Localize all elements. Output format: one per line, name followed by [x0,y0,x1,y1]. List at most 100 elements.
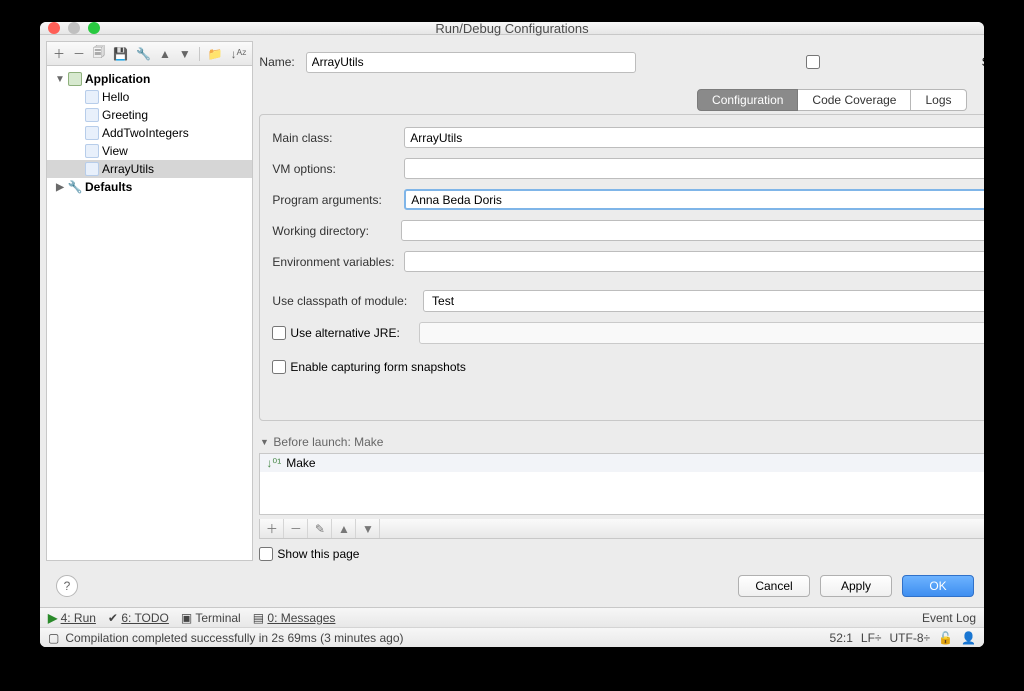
tree-item-addtwointegers[interactable]: AddTwoIntegers [47,124,252,142]
terminal-tool-button[interactable]: ▣ Terminal [181,611,241,625]
make-item[interactable]: ↓⁰¹Make [260,454,984,472]
hide-tool-windows-icon[interactable]: ▢ [48,631,59,645]
tree-label: Application [85,72,150,86]
file-icon [85,108,99,122]
program-args-row: Program arguments: ⤢ [272,189,984,210]
tree-item-greeting[interactable]: Greeting [47,106,252,124]
alt-jre-label: Use alternative JRE: [290,326,399,340]
line-ending[interactable]: LF÷ [861,631,882,645]
name-row: Name: Share Single instance only [259,41,984,83]
main-class-row: Main class: … [272,127,984,148]
run-tool-button[interactable]: ▶ 4: Run [48,611,96,625]
before-launch-toolbar: ＋ － ✎ ▲ ▼ [259,519,984,539]
working-dir-input[interactable] [401,220,984,241]
folder-icon[interactable]: 📁 [208,47,223,61]
status-right: 52:1 LF÷ UTF-8÷ 🔓 👤 [830,631,976,645]
caret-position[interactable]: 52:1 [830,631,853,645]
working-dir-label: Working directory: [272,224,392,238]
share-checkbox[interactable]: Share [648,55,984,69]
tool-window-bar: ▶ 4: Run ✔ 6: TODO ▣ Terminal ▤ 0: Messa… [40,607,984,627]
share-check[interactable] [648,55,978,69]
tree-item-arrayutils[interactable]: ArrayUtils [47,160,252,178]
window-title: Run/Debug Configurations [40,22,984,36]
help-button[interactable]: ? [56,575,78,597]
remove-icon[interactable]: － [73,45,85,62]
tree-defaults[interactable]: ▶ 🔧 Defaults [47,178,252,196]
show-this-page-checkbox[interactable]: Show this page [259,547,984,561]
task-down-icon[interactable]: ▼ [356,519,380,538]
env-vars-row: Environment variables: … [272,251,984,272]
wrench-icon[interactable]: 🔧 [136,47,151,61]
defaults-icon: 🔧 [68,180,82,194]
main-class-label: Main class: [272,131,396,145]
env-vars-input[interactable] [404,251,984,272]
tree-application[interactable]: ▼ Application [47,70,252,88]
dialog-buttons: ? Cancel Apply OK [40,567,984,607]
apply-button[interactable]: Apply [820,575,892,597]
classpath-row: Use classpath of module: Test [272,290,984,312]
ok-button[interactable]: OK [902,575,974,597]
event-log-button[interactable]: Event Log [922,611,976,625]
env-vars-label: Environment variables: [272,255,396,269]
before-launch-label: Before launch: Make [273,435,383,449]
titlebar: Run/Debug Configurations [40,22,984,35]
tree-label: View [102,144,128,158]
snapshots-check[interactable] [272,360,286,374]
file-icon [85,144,99,158]
dialog-body: ＋ － 🗐 💾 🔧 ▲ ▼ 📁 ↓ᴬᶻ ▼ Application [40,35,984,647]
show-this-page-label: Show this page [277,547,359,561]
hector-icon[interactable]: 👤 [961,631,976,645]
collapse-icon[interactable]: ▼ [259,437,269,447]
vm-options-row: VM options: ⤢ [272,158,984,179]
show-this-page-check[interactable] [259,547,273,561]
config-sidebar: ＋ － 🗐 💾 🔧 ▲ ▼ 📁 ↓ᴬᶻ ▼ Application [46,41,253,561]
sidebar-toolbar: ＋ － 🗐 💾 🔧 ▲ ▼ 📁 ↓ᴬᶻ [47,42,252,66]
expand-icon[interactable]: ▼ [55,74,65,85]
alt-jre-checkbox[interactable]: Use alternative JRE: [272,326,411,340]
make-icon: ↓⁰¹ [266,456,281,470]
program-args-label: Program arguments: [272,193,396,207]
before-launch-header[interactable]: ▼ Before launch: Make [259,435,984,449]
program-args-input[interactable] [404,189,984,210]
file-icon [85,126,99,140]
alt-jre-check[interactable] [272,326,286,340]
encoding[interactable]: UTF-8÷ [890,631,931,645]
tree-item-view[interactable]: View [47,142,252,160]
add-task-icon[interactable]: ＋ [260,519,284,538]
tab-code-coverage[interactable]: Code Coverage [798,89,911,111]
expand-icon[interactable]: ▶ [55,182,65,193]
alt-jre-select[interactable] [419,322,984,344]
snapshots-row: Enable capturing form snapshots [272,360,984,374]
working-dir-row: Working directory: … ▤ [272,220,984,241]
config-tree[interactable]: ▼ Application Hello Greeting AddTwoInteg… [47,66,252,560]
classpath-select[interactable]: Test [423,290,984,312]
copy-icon[interactable]: 🗐 [93,43,105,64]
sort-icon[interactable]: ↓ᴬᶻ [231,47,247,61]
down-icon[interactable]: ▼ [179,47,191,61]
tab-configuration[interactable]: Configuration [697,89,798,111]
edit-task-icon[interactable]: ✎ [308,519,332,538]
classpath-label: Use classpath of module: [272,294,415,308]
remove-task-icon[interactable]: － [284,519,308,538]
messages-tool-button[interactable]: ▤ 0: Messages [253,611,336,625]
up-icon[interactable]: ▲ [159,47,171,61]
application-icon [68,72,82,86]
alt-jre-row: Use alternative JRE: … [272,322,984,344]
name-input[interactable] [306,52,636,73]
main-class-input[interactable] [404,127,984,148]
todo-tool-button[interactable]: ✔ 6: TODO [108,611,169,625]
tree-item-hello[interactable]: Hello [47,88,252,106]
tab-bar: Configuration Code Coverage Logs [259,89,984,111]
snapshots-label: Enable capturing form snapshots [290,360,465,374]
add-icon[interactable]: ＋ [53,45,65,62]
cancel-button[interactable]: Cancel [738,575,810,597]
vm-options-input[interactable] [404,158,984,179]
divider [199,47,200,61]
name-label: Name: [259,55,299,69]
before-launch-list[interactable]: ↓⁰¹Make [259,453,984,515]
lock-icon[interactable]: 🔓 [938,631,953,645]
tab-logs[interactable]: Logs [911,89,966,111]
save-icon[interactable]: 💾 [113,47,128,61]
task-up-icon[interactable]: ▲ [332,519,356,538]
snapshots-checkbox[interactable]: Enable capturing form snapshots [272,360,465,374]
